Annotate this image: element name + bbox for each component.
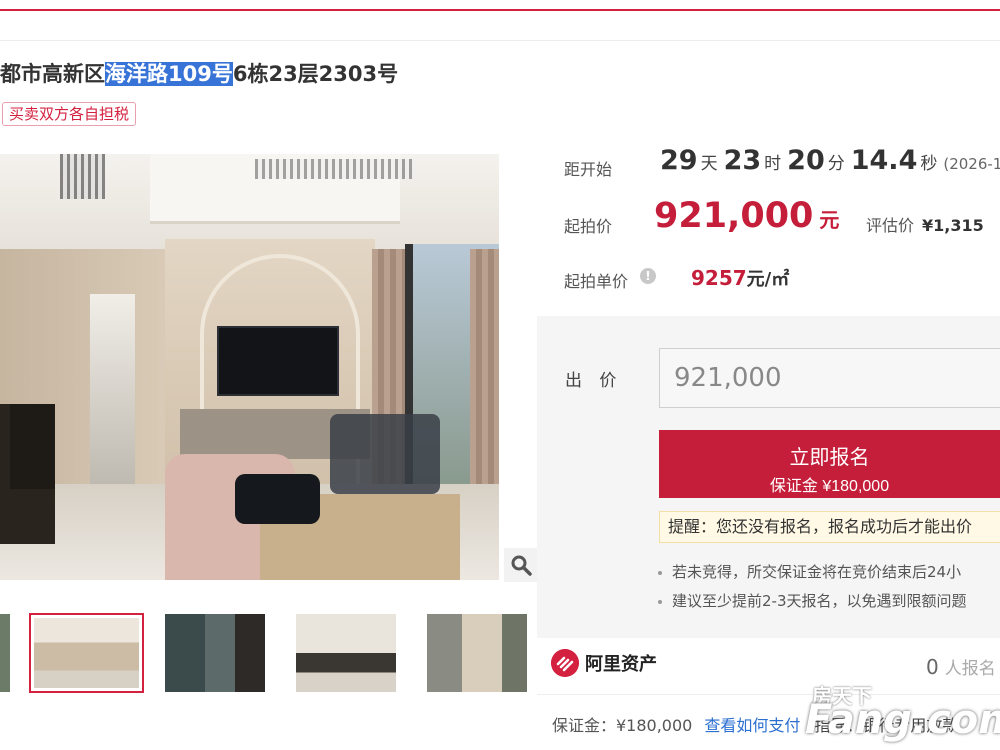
unit-price-unit: 元/㎡ xyxy=(746,269,790,290)
countdown-minutes: 20 xyxy=(787,145,825,176)
top-accent-line xyxy=(0,9,1000,11)
days-unit: 天 xyxy=(700,154,718,174)
footer-divider xyxy=(537,694,1000,695)
thumbnail-kitchen[interactable] xyxy=(165,614,265,692)
start-price: 921,000 元 xyxy=(654,196,839,236)
deposit-info: 保证金：¥180,000 查看如何支付 指导：银行专用放款 xyxy=(552,712,958,736)
tip-text: 建议至少提前2-3天报名，以免遇到限额问题 xyxy=(672,592,967,610)
how-to-pay-link[interactable]: 查看如何支付 xyxy=(704,716,800,735)
tip-item: 若未竞得，所交保证金将在竞价结束后24小 xyxy=(658,561,961,582)
thumbnail-partial[interactable] xyxy=(0,614,10,692)
unit-price-value: 9257 xyxy=(691,266,747,290)
loan-guide-text[interactable]: 指导：银行专用放款 xyxy=(814,716,958,735)
unit-price: 9257元/㎡ xyxy=(691,265,789,291)
bullet-icon xyxy=(658,570,662,575)
page-title: 都市高新区海洋路109号6栋23层2303号 xyxy=(0,58,398,88)
unit-price-label: 起拍单价 xyxy=(564,272,629,291)
start-date: (2026-1 xyxy=(943,155,1000,173)
start-price-unit: 元 xyxy=(819,208,840,232)
start-price-label: 起拍价 xyxy=(564,217,613,236)
countdown-label: 距开始 xyxy=(564,160,613,179)
minutes-unit: 分 xyxy=(827,154,845,174)
countdown-hours: 23 xyxy=(723,145,762,176)
title-part-city: 都市高新区 xyxy=(0,62,105,86)
countdown-days: 29 xyxy=(660,145,698,176)
bid-label: 出 价 xyxy=(565,371,623,391)
header-divider xyxy=(0,40,1000,41)
bullet-icon xyxy=(658,599,662,604)
eval-price-label: 评估价 xyxy=(866,216,915,235)
eval-price: 评估价 ¥1,315 xyxy=(866,212,984,236)
deposit-text: 保证金：¥180,000 xyxy=(552,716,693,735)
zoom-button[interactable] xyxy=(504,548,538,582)
tip-item: 建议至少提前2-3天报名，以免遇到限额问题 xyxy=(658,590,967,611)
title-highlighted-selection: 海洋路109号 xyxy=(105,62,233,86)
signup-reminder: 提醒：您还没有报名，报名成功后才能出价 xyxy=(659,511,1000,543)
countdown-timer: 29 天 23 时 20 分 14.4 秒 (2026-1 xyxy=(660,145,1000,176)
countdown-seconds: 14.4 xyxy=(850,145,918,176)
signup-count-suffix: 人报名 xyxy=(944,659,996,679)
brand-name: 阿里资产 xyxy=(585,654,657,675)
thumbnail-selected[interactable] xyxy=(29,613,144,693)
eval-price-value: ¥1,315 xyxy=(922,216,984,235)
main-property-photo[interactable] xyxy=(0,154,499,580)
signup-count: 0 人报名 xyxy=(926,654,996,679)
seconds-unit: 秒 xyxy=(920,154,938,174)
magnifier-icon xyxy=(511,555,532,576)
tip-text: 若未竞得，所交保证金将在竞价结束后24小 xyxy=(672,563,962,581)
ali-assets-logo-icon xyxy=(551,649,579,677)
brand[interactable]: 阿里资产 xyxy=(551,649,657,677)
tax-tag: 买卖双方各自担税 xyxy=(2,102,137,126)
bid-amount-input[interactable] xyxy=(659,348,1000,408)
hours-unit: 时 xyxy=(764,154,782,174)
title-part-unit: 6栋23层2303号 xyxy=(232,62,399,86)
signup-count-value: 0 xyxy=(926,655,939,679)
thumbnail-living[interactable] xyxy=(427,614,527,692)
signup-button[interactable]: 立即报名 保证金 ¥180,000 xyxy=(659,430,1000,498)
start-price-value: 921,000 xyxy=(654,196,814,236)
signup-button-deposit: 保证金 ¥180,000 xyxy=(769,478,890,495)
info-icon[interactable]: ! xyxy=(640,268,656,284)
signup-button-label: 立即报名 xyxy=(789,447,870,469)
thumbnail-dining[interactable] xyxy=(296,614,396,692)
